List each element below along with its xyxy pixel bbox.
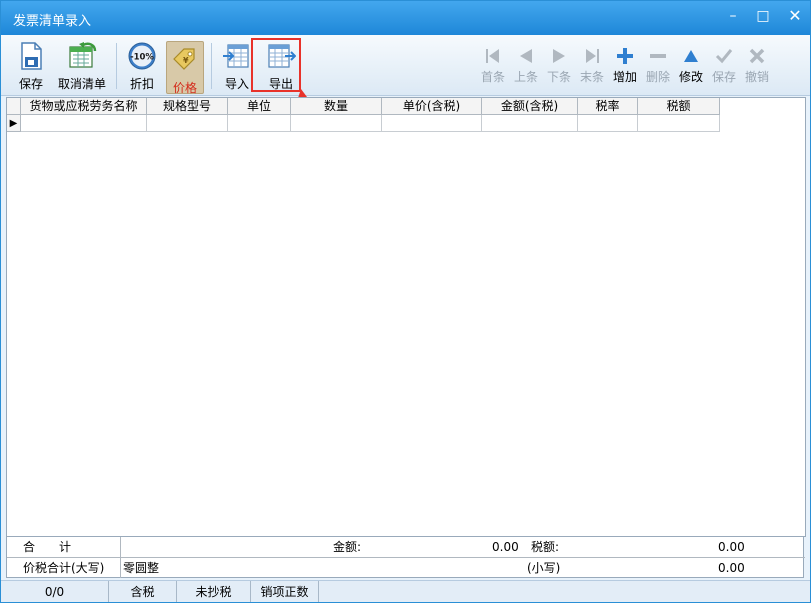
window-title: 发票清单录入 xyxy=(13,14,92,29)
table-cell[interactable] xyxy=(638,115,720,132)
status-bar: 0/0 含税 未抄税 销项正数 xyxy=(1,580,810,602)
price-tag-icon: ¥ xyxy=(173,48,195,70)
undo-label: 撤销 xyxy=(744,70,769,84)
cross-icon xyxy=(749,48,765,64)
minimize-button[interactable]: – xyxy=(720,5,746,27)
undo-button[interactable]: 撤销 xyxy=(740,47,774,87)
save-button[interactable]: 保存 xyxy=(13,38,49,94)
triangle-up-icon xyxy=(684,50,698,62)
cancel-list-icon xyxy=(69,42,97,68)
table-cell[interactable] xyxy=(21,115,147,132)
table-cell[interactable] xyxy=(578,115,638,132)
total-upper-label: 价税合计(大写) xyxy=(23,561,105,575)
totals-panel: 合 计 金额: 0.00 税额: 0.00 价税合计(大写) 零圆整 (小写) … xyxy=(6,536,805,578)
last-record-button[interactable]: 末条 xyxy=(575,47,609,87)
column-header[interactable]: 税率 xyxy=(578,98,638,115)
tax-value: 0.00 xyxy=(718,540,745,554)
column-header[interactable]: 单位 xyxy=(228,98,291,115)
column-header[interactable]: 税额 xyxy=(638,98,720,115)
table-cell[interactable] xyxy=(482,115,578,132)
total-row: 价税合计(大写) 零圆整 (小写) 0.00 xyxy=(7,558,805,578)
price-button[interactable]: ¥ 价格 xyxy=(166,41,204,95)
next-icon xyxy=(553,49,565,63)
delete-label: 删除 xyxy=(645,70,670,84)
save-icon xyxy=(21,42,42,70)
table-cell[interactable] xyxy=(147,115,228,132)
checkmark-icon xyxy=(715,49,733,64)
add-record-button[interactable]: 增加 xyxy=(608,47,642,87)
sum-row: 合 计 金额: 0.00 税额: 0.00 xyxy=(7,537,805,557)
goods-table: 货物或应税劳务名称 规格型号 单位 数量 单价(含税) 金额(含税) 税率 税额… xyxy=(6,97,806,537)
tax-mode-status: 含税 xyxy=(109,581,177,602)
sale-type-status: 销项正数 xyxy=(251,581,319,602)
minus-icon xyxy=(650,54,666,58)
discount-badge: -10% xyxy=(130,53,154,63)
import-label: 导入 xyxy=(224,77,249,91)
import-button[interactable]: 导入 xyxy=(219,38,255,94)
edit-record-button[interactable]: 修改 xyxy=(674,47,708,87)
total-upper-value: 零圆整 xyxy=(123,561,160,575)
discount-icon: -10% xyxy=(128,42,156,70)
save-record-label: 保存 xyxy=(711,70,736,84)
current-row-indicator: ▶ xyxy=(7,115,21,132)
import-icon xyxy=(223,44,249,68)
sum-label: 合 计 xyxy=(23,540,72,554)
delete-record-button[interactable]: 删除 xyxy=(641,47,675,87)
next-label: 下条 xyxy=(546,70,571,84)
table-cell[interactable] xyxy=(291,115,382,132)
edit-label: 修改 xyxy=(678,70,703,84)
plus-icon xyxy=(617,48,633,64)
report-status: 未抄税 xyxy=(177,581,251,602)
first-label: 首条 xyxy=(480,70,505,84)
record-count: 0/0 xyxy=(1,581,109,602)
discount-label: 折扣 xyxy=(129,77,154,91)
price-label: 价格 xyxy=(172,81,197,95)
first-icon xyxy=(486,49,499,63)
column-header[interactable]: 金额(含税) xyxy=(482,98,578,115)
table-cell[interactable] xyxy=(382,115,482,132)
cancel-list-button[interactable]: 取消清单 xyxy=(56,38,108,94)
tax-label: 税额: xyxy=(531,540,560,554)
column-header[interactable]: 货物或应税劳务名称 xyxy=(21,98,147,115)
add-label: 增加 xyxy=(612,70,637,84)
amount-value: 0.00 xyxy=(492,540,519,554)
invoice-list-window: 发票清单录入 – □ ✕ 保存 取消清单 -10% 折扣 ¥ 价格 导入 导出 … xyxy=(0,0,811,603)
row-indicator-header xyxy=(7,98,21,115)
last-label: 末条 xyxy=(579,70,604,84)
last-icon xyxy=(586,49,599,63)
svg-text:¥: ¥ xyxy=(183,56,189,65)
toolbar-separator xyxy=(116,43,117,89)
total-lower-value: 0.00 xyxy=(718,561,745,575)
title-bar[interactable]: 发票清单录入 – □ ✕ xyxy=(1,1,810,35)
prev-record-button[interactable]: 上条 xyxy=(509,47,543,87)
column-header[interactable]: 数量 xyxy=(291,98,382,115)
save-record-button[interactable]: 保存 xyxy=(707,47,741,87)
prev-label: 上条 xyxy=(513,70,538,84)
table-cell[interactable] xyxy=(228,115,291,132)
column-header[interactable]: 规格型号 xyxy=(147,98,228,115)
amount-label: 金额: xyxy=(333,540,362,554)
toolbar-separator xyxy=(211,43,212,89)
close-button[interactable]: ✕ xyxy=(782,5,808,27)
toolbar: 保存 取消清单 -10% 折扣 ¥ 价格 导入 导出 首条 上条 下条 末条 增… xyxy=(1,35,810,96)
save-label: 保存 xyxy=(18,77,43,91)
maximize-button[interactable]: □ xyxy=(750,5,776,27)
first-record-button[interactable]: 首条 xyxy=(476,47,510,87)
next-record-button[interactable]: 下条 xyxy=(542,47,576,87)
column-header[interactable]: 单价(含税) xyxy=(382,98,482,115)
prev-icon xyxy=(520,49,532,63)
total-lower-label: (小写) xyxy=(527,561,561,575)
cancel-list-label: 取消清单 xyxy=(57,77,106,91)
export-highlight-box xyxy=(251,38,301,92)
discount-button[interactable]: -10% 折扣 xyxy=(123,38,161,94)
